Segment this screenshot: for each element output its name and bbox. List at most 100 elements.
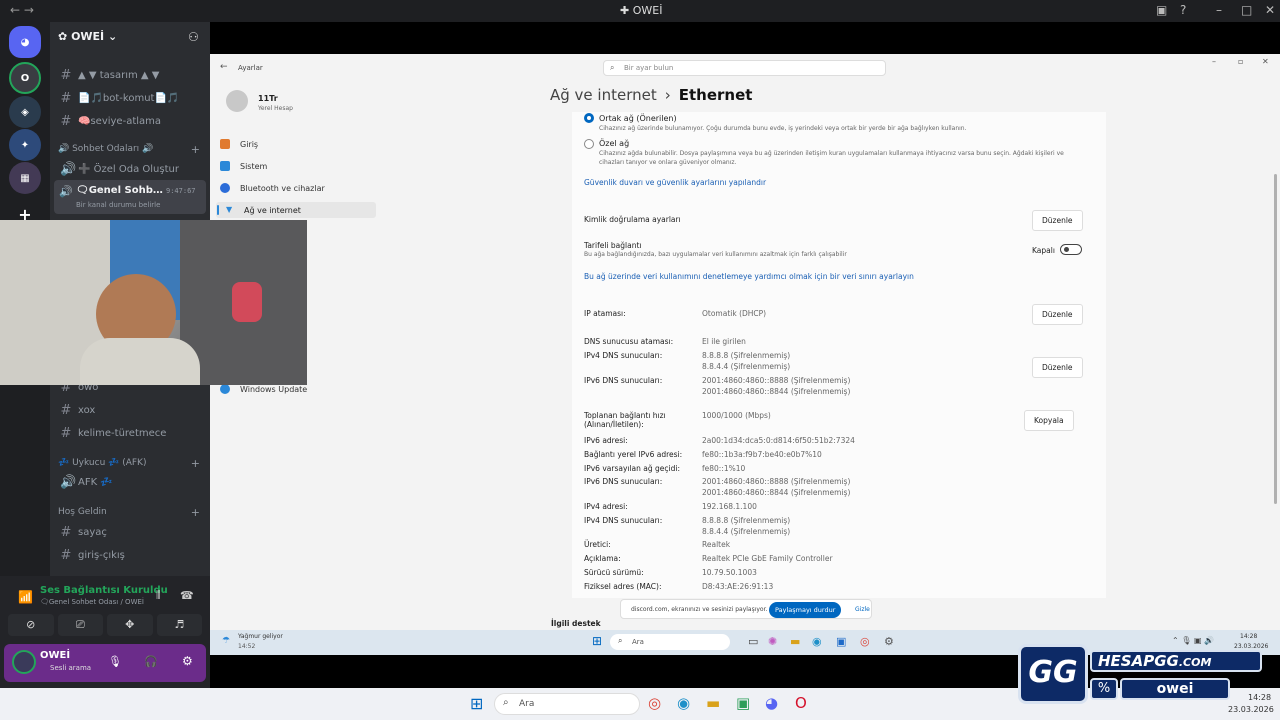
windows-start-icon[interactable]: ⊞ <box>470 694 483 713</box>
screen-share-icon[interactable]: ⎚ <box>57 614 103 636</box>
afk-category[interactable]: 💤 Uykucu 💤 (AFK) <box>58 458 146 468</box>
voice-panel: 📶 Ses Bağlantısı Kuruldu 🗨Genel Sohbet O… <box>0 576 210 688</box>
noise-icon[interactable]: ⫼ <box>156 590 161 601</box>
nav-home[interactable]: Giriş <box>220 139 258 149</box>
back-arrow-icon[interactable]: ← <box>220 62 228 72</box>
edit-ip-button[interactable]: Düzenle <box>1032 304 1083 325</box>
webcam-overlay <box>0 220 307 385</box>
channel-item[interactable]: # 📄🎵bot-komut📄🎵 <box>60 91 180 106</box>
search-icon: ⌕ <box>618 636 623 645</box>
search-icon: ⌕ <box>610 63 615 72</box>
nav-network-selected[interactable]: ▼ Ağ ve internet <box>216 202 376 218</box>
voice-channel-item[interactable]: 🔊 ➕ Özel Oda Oluştur <box>60 162 179 177</box>
maximize-icon[interactable]: □ <box>1241 3 1252 17</box>
close-icon[interactable]: ✕ <box>1265 3 1275 17</box>
add-channel-icon[interactable]: + <box>191 143 200 156</box>
public-network-radio[interactable] <box>584 113 594 123</box>
breadcrumb-parent[interactable]: Ağ ve internet <box>550 86 657 104</box>
store-icon[interactable]: ▣ <box>836 635 846 648</box>
firewall-link[interactable]: Güvenlik duvarı ve güvenlik ayarlarını y… <box>584 178 766 187</box>
settings-app-icon[interactable]: ⚙ <box>884 635 894 648</box>
inbox-icon[interactable]: ▣ <box>1156 3 1167 17</box>
settings-gear-icon[interactable]: ⚙ <box>182 654 193 668</box>
edit-auth-button[interactable]: Düzenle <box>1032 210 1083 231</box>
minimize-icon[interactable]: – <box>1212 57 1216 66</box>
settings-window: ← Ayarlar ⌕ Bir ayar bulun – ▫ ✕ 11Tr Ye… <box>210 54 1280 630</box>
back-forward-icon[interactable]: ← → <box>10 3 34 17</box>
hide-share-button[interactable]: Gizle <box>855 606 870 613</box>
metered-toggle[interactable] <box>1060 244 1082 255</box>
avatar[interactable] <box>12 650 36 674</box>
taskbar-search[interactable]: ⌕ Ara <box>494 693 640 715</box>
edge-icon[interactable]: ◉ <box>812 635 822 648</box>
nav-bluetooth[interactable]: Bluetooth ve cihazlar <box>220 183 325 193</box>
activities-icon[interactable]: ✥ <box>107 614 153 636</box>
help-icon[interactable]: ? <box>1180 3 1186 17</box>
disconnect-icon[interactable]: ☎ <box>180 589 194 602</box>
microphone <box>232 282 262 322</box>
server-icon-2[interactable]: ◈ <box>9 96 41 128</box>
nav-windows-update[interactable]: Windows Update <box>220 384 307 394</box>
headphones-icon[interactable]: 🎧 <box>144 655 158 668</box>
server-name[interactable]: ✿ OWEİ ⌄ <box>58 30 117 43</box>
app-icon[interactable]: ▣ <box>736 694 750 712</box>
edit-dns-button[interactable]: Düzenle <box>1032 357 1083 378</box>
share-notice-bar: discord.com, ekranınızı ve sesinizi payl… <box>620 599 872 619</box>
channel-item[interactable]: # kelime-türetmece <box>60 426 167 441</box>
signal-icon[interactable]: 📶 <box>18 590 33 604</box>
discord-icon[interactable]: ◕ <box>765 694 778 712</box>
video-off-icon[interactable]: ⊘ <box>8 614 54 636</box>
chrome-icon[interactable]: ◎ <box>648 694 661 712</box>
voice-category[interactable]: 🔊 Sohbet Odaları 🔊 <box>58 144 153 154</box>
data-limit-link[interactable]: Bu ağ üzerinde veri kullanımını denetlem… <box>584 272 914 281</box>
maximize-icon[interactable]: ▫ <box>1238 57 1243 66</box>
soundboard-icon[interactable]: ♬ <box>156 614 202 636</box>
explorer-icon[interactable]: ▬ <box>706 694 720 712</box>
server-icon-3[interactable]: ✦ <box>9 129 41 161</box>
system-icon <box>220 161 230 171</box>
task-view-icon[interactable]: ▭ <box>748 635 758 648</box>
update-icon <box>220 384 230 394</box>
active-voice-channel[interactable]: 🔊 🗨Genel Sohb… 9:47:67 Bir kanal durumu … <box>54 180 206 214</box>
logo-gg: GG <box>1018 644 1088 704</box>
channel-item[interactable]: # sayaç <box>60 525 107 540</box>
add-channel-icon[interactable]: + <box>191 506 200 519</box>
close-icon[interactable]: ✕ <box>1262 57 1269 66</box>
server-owei-icon[interactable]: O <box>9 62 41 94</box>
channel-item[interactable]: # xox <box>60 403 96 418</box>
wifi-icon: ▼ <box>226 205 233 214</box>
channel-item[interactable]: # giriş-çıkış <box>60 548 125 563</box>
hesapgg-watermark: GG HESAPGG.COM % owei <box>1018 644 1268 704</box>
server-folder-icon[interactable]: ▦ <box>9 162 41 194</box>
edge-icon[interactable]: ◉ <box>677 694 690 712</box>
breadcrumb: Ağ ve internet › Ethernet <box>550 86 753 104</box>
weather-icon: ☂ <box>222 636 231 646</box>
chrome-icon[interactable]: ◎ <box>860 635 870 648</box>
opera-icon[interactable]: O <box>795 694 807 712</box>
taskbar-search[interactable]: ⌕ Ara <box>610 634 730 650</box>
copilot-icon[interactable]: ✺ <box>768 635 777 648</box>
minimize-icon[interactable]: – <box>1216 3 1222 17</box>
scrollbar[interactable] <box>1274 174 1277 504</box>
search-icon: ⌕ <box>503 697 509 708</box>
private-network-radio[interactable] <box>584 139 594 149</box>
channel-item[interactable]: # ▲ ▼ tasarım ▲ ▼ <box>60 68 160 83</box>
discord-home-icon[interactable]: ◕ <box>9 26 41 58</box>
voice-channel-item[interactable]: 🔊 AFK 💤 <box>60 475 113 490</box>
discord-titlebar: ← → ✚ OWEİ ▣ ? – □ ✕ <box>0 0 1280 22</box>
welcome-category[interactable]: Hoş Geldin <box>58 507 107 517</box>
copy-button[interactable]: Kopyala <box>1024 410 1074 431</box>
window-title: ✚ OWEİ <box>620 4 663 17</box>
windows-start-icon[interactable]: ⊞ <box>592 634 602 648</box>
stop-sharing-button[interactable]: Paylaşmayı durdur <box>769 602 842 618</box>
bluetooth-icon <box>220 183 230 193</box>
channel-item[interactable]: # 🧠seviye-atlama <box>60 114 161 129</box>
microphone-icon[interactable]: 🎙 <box>108 655 122 668</box>
add-channel-icon[interactable]: + <box>191 457 200 470</box>
add-member-icon[interactable]: ⚇ <box>188 30 199 44</box>
nav-system[interactable]: Sistem <box>220 161 267 171</box>
speaker-icon: 🔊 <box>59 185 73 198</box>
explorer-icon[interactable]: ▬ <box>790 635 800 648</box>
settings-search-input[interactable]: ⌕ Bir ayar bulun <box>603 60 886 76</box>
page-title: Ethernet <box>678 86 753 104</box>
